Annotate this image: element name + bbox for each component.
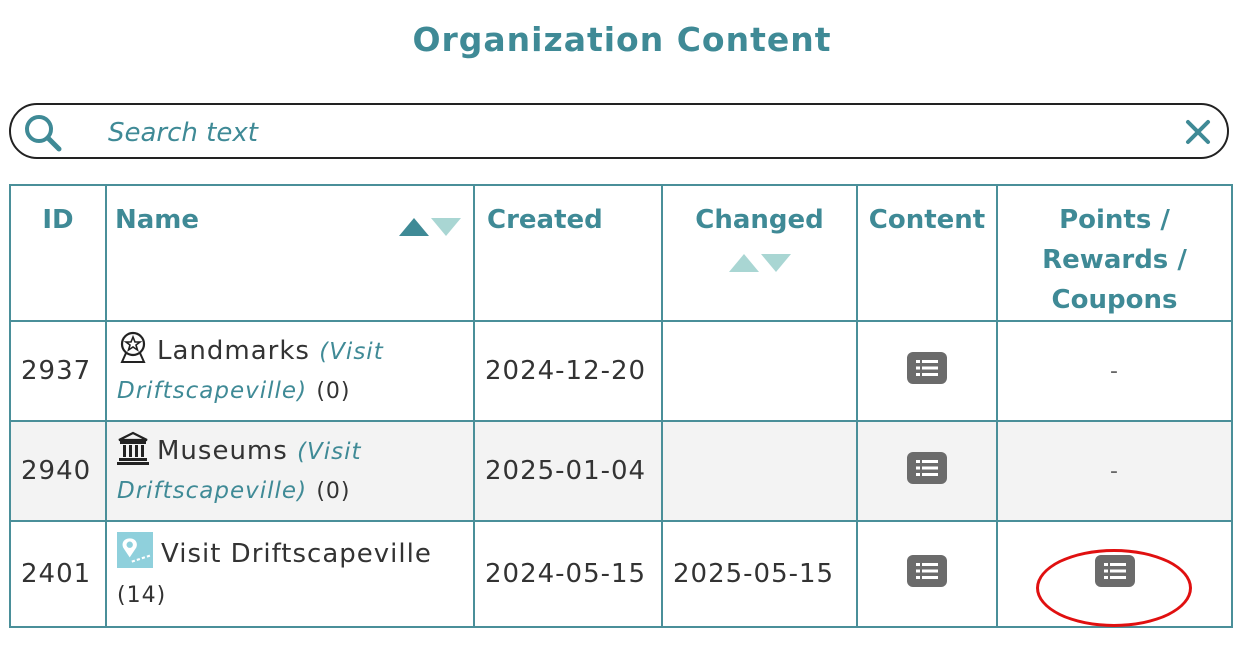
table-header-row: ID Name Created Changed Content Points /… [9,184,1233,322]
header-created[interactable]: Created [473,184,663,322]
cell-points [996,520,1233,628]
page-title: Organization Content [412,20,832,59]
search-icon[interactable] [23,113,63,153]
cell-created: 2024-12-20 [473,320,663,422]
cell-name: Landmarks (Visit Driftscapeville) (0) [105,320,475,422]
map-pin-tile-icon [117,532,153,568]
cell-id: 2401 [9,520,107,628]
museum-building-icon [117,431,149,465]
cell-changed [661,320,858,422]
landmark-badge-icon [120,331,146,363]
cell-id: 2940 [9,420,107,522]
changed-sort-control[interactable] [728,244,792,284]
cell-changed [661,420,858,522]
clear-search-icon[interactable] [1181,115,1215,149]
cell-content [856,520,998,628]
cell-name: Visit Driftscapeville (14) [105,520,475,628]
content-list-icon[interactable] [907,554,947,587]
cell-created: 2025-01-04 [473,420,663,522]
row-count: (14) [117,583,167,608]
search-bar [9,103,1229,159]
cell-content [856,320,998,422]
cell-id: 2937 [9,320,107,422]
header-id: ID [9,184,107,322]
cell-content [856,420,998,522]
cell-name: Museums (Visit Driftscapeville) (0) [105,420,475,522]
header-points-rewards-coupons: Points / Rewards / Coupons [996,184,1233,322]
sort-descending-icon[interactable] [760,254,791,272]
content-list-icon[interactable] [907,451,947,484]
content-table: ID Name Created Changed Content Points /… [9,184,1233,628]
row-count: (0) [316,379,351,404]
points-list-icon[interactable] [1094,554,1135,587]
search-input[interactable] [106,113,1150,153]
header-content: Content [856,184,998,322]
header-changed[interactable]: Changed [661,184,858,322]
content-list-icon[interactable] [907,351,947,384]
cell-points: - [996,320,1233,422]
row-name: Visit Driftscapeville [161,539,432,569]
table-row: 2940 Museums (Visit Driftscapeville) (0)… [9,420,1233,522]
header-name[interactable]: Name [105,184,475,322]
sort-ascending-icon[interactable] [399,218,429,236]
cell-points: - [996,420,1233,522]
name-sort-control[interactable] [399,208,461,248]
cell-changed: 2025-05-15 [661,520,858,628]
table-row: 2937 Landmarks (Visit Driftscapeville) (… [9,320,1233,422]
table-row: 2401 Visit Driftscapeville (14) 2024-05-… [9,520,1233,628]
row-name: Museums [157,436,288,466]
sort-ascending-icon[interactable] [728,254,759,272]
sort-descending-icon[interactable] [431,218,461,236]
row-count: (0) [316,479,351,504]
cell-created: 2024-05-15 [473,520,663,628]
row-name: Landmarks [157,336,310,366]
